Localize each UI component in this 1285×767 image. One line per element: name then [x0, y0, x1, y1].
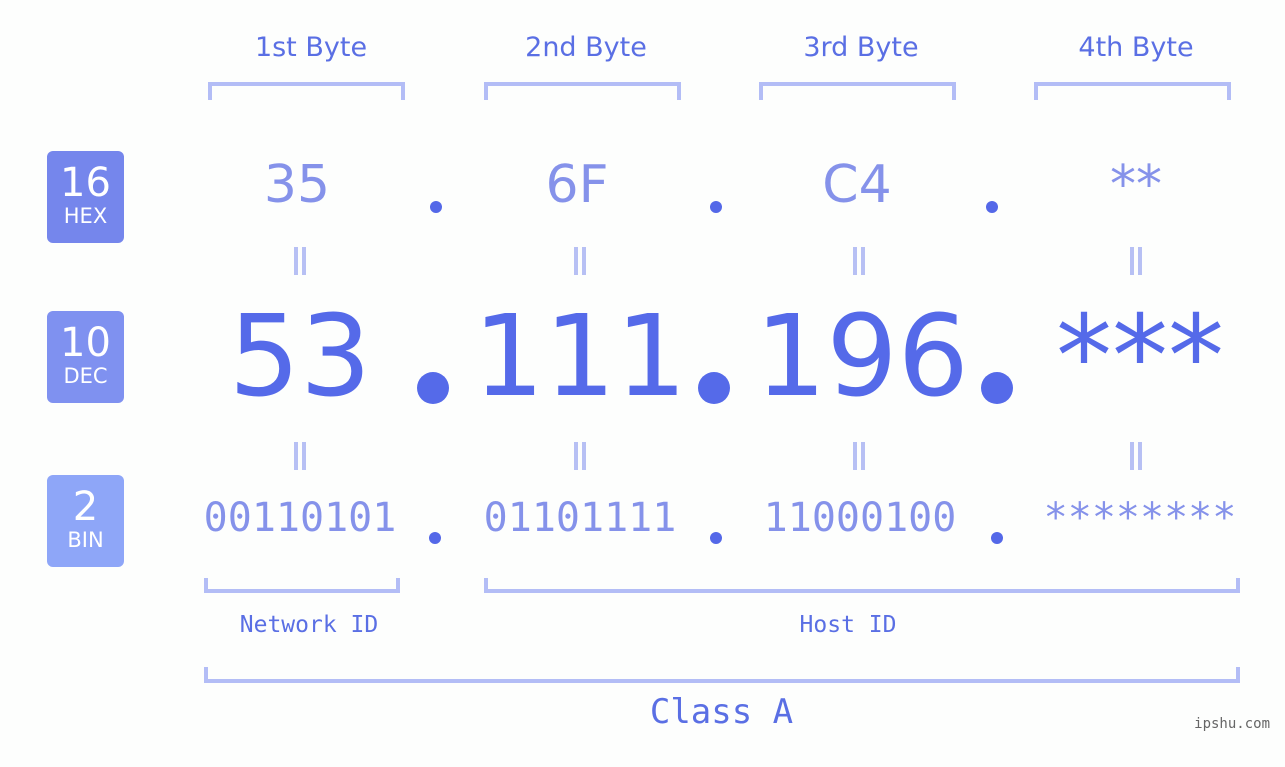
- byte-bracket-2: [484, 82, 681, 100]
- dec-badge-label: DEC: [63, 364, 108, 388]
- hex-badge-number: 16: [60, 160, 111, 206]
- equals-icon: [294, 247, 306, 275]
- host-id-bracket: [484, 578, 1240, 593]
- hex-byte-1: 35: [263, 155, 331, 215]
- hex-badge-label: HEX: [63, 204, 108, 228]
- dec-separator-dot: [698, 372, 730, 404]
- network-id-label: Network ID: [239, 612, 379, 638]
- bin-separator-dot: [429, 532, 441, 544]
- hex-separator-dot: [710, 201, 722, 213]
- equals-icon: [853, 247, 865, 275]
- equals-icon: [1130, 442, 1142, 470]
- byte-bracket-1: [208, 82, 405, 100]
- byte-header-4: 4th Byte: [1078, 32, 1194, 63]
- hex-badge: 16 HEX: [47, 151, 124, 243]
- bin-badge-label: BIN: [67, 528, 104, 552]
- bin-byte-1: 00110101: [203, 495, 397, 541]
- equals-icon: [574, 247, 586, 275]
- network-id-bracket: [204, 578, 400, 593]
- dec-byte-3: 196: [755, 292, 969, 422]
- dec-byte-4: ***: [1056, 292, 1224, 422]
- dec-separator-dot: [417, 372, 449, 404]
- dec-byte-1: 53: [228, 292, 372, 422]
- byte-bracket-4: [1034, 82, 1231, 100]
- byte-header-3: 3rd Byte: [803, 32, 919, 63]
- bin-separator-dot: [991, 532, 1003, 544]
- byte-header-1: 1st Byte: [254, 32, 368, 63]
- dec-badge-number: 10: [60, 320, 111, 366]
- hex-byte-3: C4: [822, 155, 892, 215]
- byte-header-2: 2nd Byte: [525, 32, 647, 63]
- class-label: Class A: [649, 692, 794, 732]
- byte-bracket-3: [759, 82, 956, 100]
- bin-badge: 2 BIN: [47, 475, 124, 567]
- dec-separator-dot: [981, 372, 1013, 404]
- hex-separator-dot: [986, 201, 998, 213]
- hex-separator-dot: [430, 201, 442, 213]
- bin-byte-2: 01101111: [483, 495, 677, 541]
- dec-badge: 10 DEC: [47, 311, 124, 403]
- class-bracket: [204, 667, 1240, 683]
- hex-byte-4: **: [1110, 155, 1162, 215]
- dec-byte-2: 111: [473, 292, 687, 422]
- equals-icon: [853, 442, 865, 470]
- equals-icon: [574, 442, 586, 470]
- bin-byte-4: ********: [1043, 495, 1237, 541]
- equals-icon: [294, 442, 306, 470]
- bin-byte-3: 11000100: [763, 495, 957, 541]
- bin-badge-number: 2: [72, 484, 99, 530]
- host-id-label: Host ID: [799, 612, 897, 638]
- watermark: ipshu.com: [1194, 716, 1270, 732]
- bin-separator-dot: [710, 532, 722, 544]
- hex-byte-2: 6F: [545, 155, 609, 215]
- equals-icon: [1130, 247, 1142, 275]
